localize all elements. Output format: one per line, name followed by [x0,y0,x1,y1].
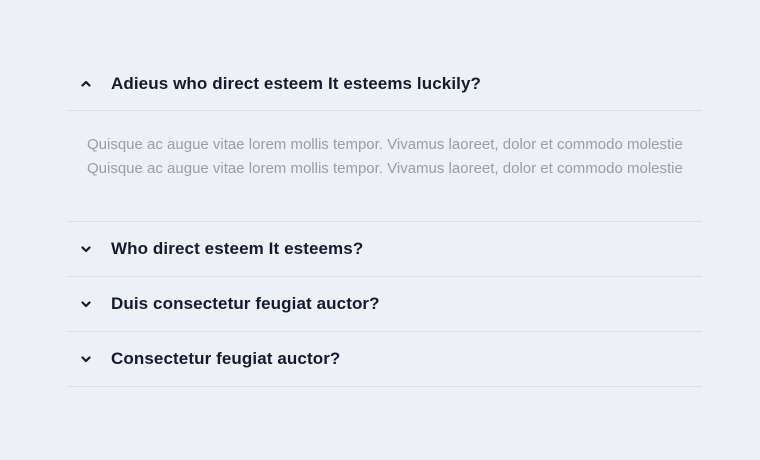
faq-question: Who direct esteem It esteems? [111,239,364,258]
faq-question: Consectetur feugiat auctor? [111,349,341,368]
faq-item: Duis consectetur feugiat auctor? [67,277,702,332]
faq-item-header[interactable]: Adieus who direct esteem It esteems luck… [67,57,702,111]
chevron-up-icon [80,78,92,90]
faq-item-header[interactable]: Who direct esteem It esteems? [67,222,702,276]
faq-item: Who direct esteem It esteems? [67,222,702,277]
faq-item: Adieus who direct esteem It esteems luck… [67,57,702,222]
chevron-down-icon [80,243,92,255]
faq-question: Adieus who direct esteem It esteems luck… [111,73,482,93]
faq-item-header[interactable]: Consectetur feugiat auctor? [67,332,702,386]
chevron-down-icon [80,298,92,310]
faq-question: Duis consectetur feugiat auctor? [111,294,380,313]
faq-answer-line: Quisque ac augue vitae lorem mollis temp… [87,136,683,153]
faq-item: Consectetur feugiat auctor? [67,332,702,387]
faq-answer-line: Quisque ac augue vitae lorem mollis temp… [87,160,683,177]
chevron-down-icon [80,353,92,365]
faq-item-header[interactable]: Duis consectetur feugiat auctor? [67,277,702,331]
faq-answer: Quisque ac augue vitae lorem mollis temp… [67,111,702,221]
faq-accordion: Adieus who direct esteem It esteems luck… [67,57,702,387]
